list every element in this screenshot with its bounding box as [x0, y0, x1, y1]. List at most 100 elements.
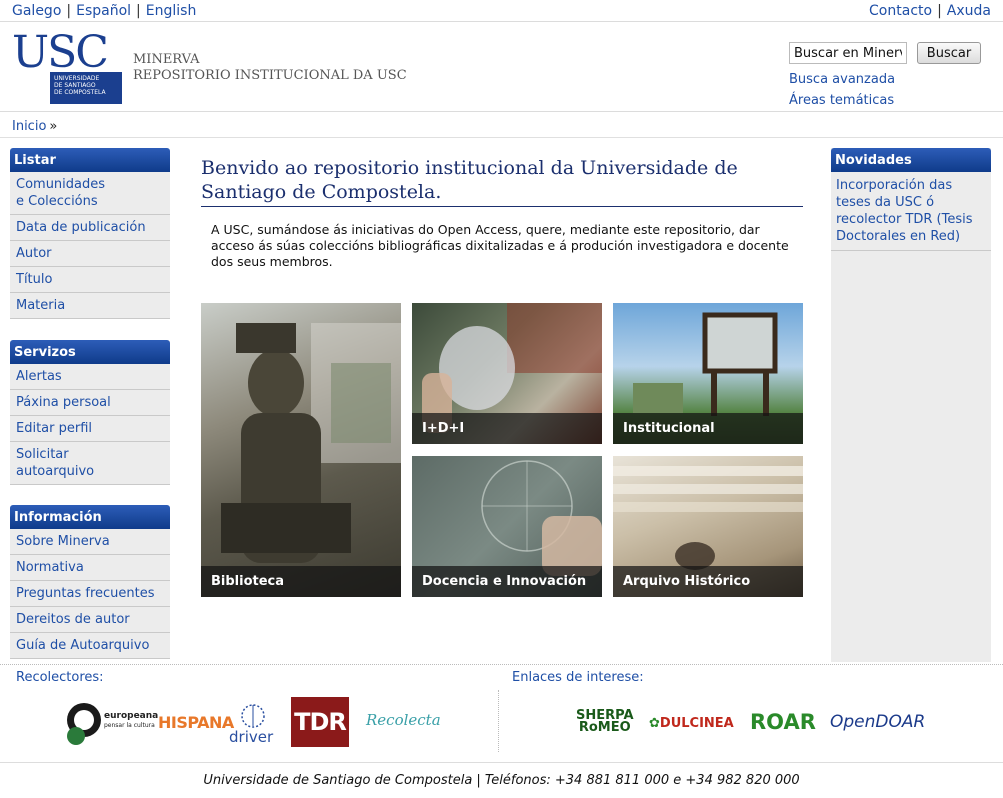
sidebar-item-edit-profile[interactable]: Editar perfil: [10, 416, 170, 442]
dulcinea-logo[interactable]: ✿DULCINEA: [649, 716, 734, 731]
search-input[interactable]: [789, 42, 907, 64]
hispana-logo[interactable]: HISPANA: [158, 713, 234, 732]
sidebar-item-title[interactable]: Título: [10, 267, 170, 293]
news-panel: Novidades Incorporación das teses da USC…: [831, 148, 991, 662]
advanced-search-link[interactable]: Busca avanzada: [789, 72, 895, 87]
news-item-line[interactable]: Incorporación das: [836, 178, 952, 193]
news-item-line[interactable]: Doctorales en Red): [836, 229, 960, 244]
sidebar-item-author[interactable]: Autor: [10, 241, 170, 267]
logo-subtext: RoMEO: [578, 720, 631, 735]
title-underline: [201, 206, 803, 207]
sidebar-item-label[interactable]: Editar perfil: [16, 421, 92, 436]
logo-text: USC: [12, 27, 109, 78]
tile-research[interactable]: I+D+I: [412, 303, 602, 444]
logo-subtext: pensar la cultura: [104, 722, 155, 729]
driver-icon: [241, 704, 265, 728]
sidebar-item-label[interactable]: Guía de Autoarquivo: [16, 638, 149, 653]
opendoar-logo[interactable]: OpenDOAR: [830, 712, 925, 732]
tile-caption: Arquivo Histórico: [613, 566, 803, 597]
sidebar-item-copyright[interactable]: Dereitos de autor: [10, 607, 170, 633]
separator: |: [136, 3, 141, 19]
tile-library[interactable]: Biblioteca: [201, 303, 401, 597]
sidebar-item-about[interactable]: Sobre Minerva: [10, 529, 170, 555]
lang-galego-link[interactable]: Galego: [12, 3, 61, 19]
tile-caption: I+D+I: [412, 413, 602, 444]
page-title: Benvido ao repositorio institucional da …: [201, 156, 801, 204]
tile-caption: Biblioteca: [201, 566, 401, 597]
sidebar-item-label[interactable]: Comunidades: [16, 177, 105, 192]
site-name: MINERVA REPOSITORIO INSTITUCIONAL DA USC: [133, 52, 407, 84]
sidebar-item-faq[interactable]: Preguntas frecuentes: [10, 581, 170, 607]
sidebar-item-label[interactable]: Solicitar: [16, 447, 69, 462]
search-button[interactable]: Buscar: [917, 42, 981, 64]
sidebar-item-self-archive-guide[interactable]: Guía de Autoarquivo: [10, 633, 170, 659]
separator: |: [937, 3, 942, 19]
recolecta-logo[interactable]: Recolecta: [366, 711, 441, 729]
site-name-line1: MINERVA: [133, 52, 200, 67]
logo-box-line: DE COMPOSTELA: [54, 89, 106, 96]
sidebar-item-label[interactable]: Páxina persoal: [16, 395, 111, 410]
news-item-line[interactable]: teses da USC ó: [836, 195, 934, 210]
sidebar-item-label[interactable]: Materia: [16, 298, 65, 313]
sidebar-item-label[interactable]: Data de publicación: [16, 220, 146, 235]
tile-historic-archive[interactable]: Arquivo Histórico: [613, 456, 803, 597]
lang-espanol-link[interactable]: Español: [76, 3, 131, 19]
separator: |: [66, 3, 72, 19]
sidebar-item-label[interactable]: Título: [16, 272, 52, 287]
links-label: Enlaces de interese:: [512, 670, 644, 685]
breadcrumb-home-link[interactable]: Inicio: [12, 119, 46, 134]
sherpa-romeo-logo[interactable]: SHERPA RoMEO: [576, 709, 634, 735]
sidebar-item-label[interactable]: Preguntas frecuentes: [16, 586, 155, 601]
sidebar-item-label[interactable]: Alertas: [16, 369, 62, 384]
lang-english-link[interactable]: English: [146, 3, 197, 19]
sidebar-item-label[interactable]: Autor: [16, 246, 52, 261]
help-link[interactable]: Axuda: [947, 3, 991, 19]
tdr-logo[interactable]: TDR: [291, 697, 349, 747]
sidebar-item-self-archive[interactable]: Solicitar autoarquivo: [10, 442, 170, 485]
sidebar-services: Servizos Alertas Páxina persoal Editar p…: [10, 340, 170, 485]
sidebar-browse-title: Listar: [10, 148, 170, 172]
sidebar-browse: Listar Comunidades e Coleccións Data de …: [10, 148, 170, 319]
sidebar-item-subject[interactable]: Materia: [10, 293, 170, 319]
tile-institutional[interactable]: Institucional: [613, 303, 803, 444]
divider: [498, 690, 499, 752]
tile-caption: Docencia e Innovación: [412, 566, 602, 597]
breadcrumb: Inicio»: [12, 119, 57, 134]
sidebar-information-title: Información: [10, 505, 170, 529]
page-title-line1: Benvido ao repositorio institucional da …: [201, 157, 738, 179]
intro-text: A USC, sumándose ás iniciativas do Open …: [211, 222, 789, 269]
sidebar-item-alerts[interactable]: Alertas: [10, 364, 170, 390]
subject-areas-link[interactable]: Áreas temáticas: [789, 93, 894, 108]
roar-logo[interactable]: ROAR: [750, 710, 816, 734]
europeana-logo[interactable]: [64, 698, 104, 748]
sidebar-item-label[interactable]: Sobre Minerva: [16, 534, 110, 549]
logo-text: europeana: [104, 711, 159, 721]
europeana-icon: [67, 703, 101, 745]
logo-box: UNIVERSIDADE DE SANTIAGO DE COMPOSTELA: [50, 72, 122, 104]
sidebar-information: Información Sobre Minerva Normativa Preg…: [10, 505, 170, 659]
statue-image: [221, 323, 401, 563]
contact-link[interactable]: Contacto: [869, 3, 932, 19]
sidebar-item-label[interactable]: Normativa: [16, 560, 84, 575]
logo-text: DULCINEA: [659, 716, 734, 731]
harvesters-label: Recolectores:: [16, 670, 104, 685]
usc-logo[interactable]: USC UNIVERSIDADE DE SANTIAGO DE COMPOSTE…: [12, 31, 122, 104]
sidebar-item-label[interactable]: Dereitos de autor: [16, 612, 130, 627]
news-item-line[interactable]: recolector TDR (Tesis: [836, 212, 973, 227]
sidebar-item-label[interactable]: autoarquivo: [16, 464, 94, 479]
divider: [0, 664, 1003, 665]
sidebar-item-label[interactable]: e Coleccións: [16, 194, 98, 209]
footer-contact-text: Universidade de Santiago de Compostela |…: [203, 773, 800, 788]
language-bar: Galego | Español | English Contacto | Axuda: [0, 0, 1003, 22]
site-name-line2: REPOSITORIO INSTITUCIONAL DA USC: [133, 68, 407, 83]
sidebar-services-title: Servizos: [10, 340, 170, 364]
sidebar-item-regulations[interactable]: Normativa: [10, 555, 170, 581]
sidebar-item-date[interactable]: Data de publicación: [10, 215, 170, 241]
sidebar-item-communities[interactable]: Comunidades e Coleccións: [10, 172, 170, 215]
tile-teaching[interactable]: Docencia e Innovación: [412, 456, 602, 597]
sidebar-item-personal-page[interactable]: Páxina persoal: [10, 390, 170, 416]
language-links: Galego | Español | English: [12, 3, 196, 19]
breadcrumb-separator: »: [49, 119, 58, 134]
driver-logo[interactable]: driver: [229, 702, 279, 748]
news-item[interactable]: Incorporación das teses da USC ó recolec…: [831, 172, 991, 251]
